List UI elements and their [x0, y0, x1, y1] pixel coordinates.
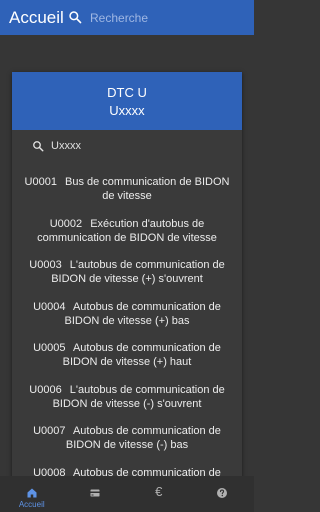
list-item[interactable]: U0002 Exécution d'autobus de communicati…	[12, 213, 242, 255]
dialog-title: DTC U	[107, 85, 147, 100]
nav-item-vehicle[interactable]	[64, 476, 128, 512]
list-item[interactable]: U0007 Autobus de communication de BIDON …	[12, 420, 242, 462]
list-item[interactable]: U0005 Autobus de communication de BIDON …	[12, 337, 242, 379]
dtc-code: U0006	[29, 383, 62, 396]
euro-icon: €	[155, 484, 163, 499]
search-icon[interactable]	[68, 10, 82, 24]
dtc-code: U0001	[24, 176, 57, 188]
help-icon	[217, 488, 228, 498]
list-item[interactable]: U0001 Bus de communication de BIDON de v…	[12, 171, 242, 213]
nav-item-accueil[interactable]: Accueil	[0, 476, 64, 512]
dtc-dialog: DTC U Uxxxx U0001 Bus de communication d…	[12, 72, 242, 492]
bottom-nav: Accueil €	[0, 476, 254, 512]
search-icon	[33, 141, 44, 152]
dtc-description: Bus de communication de BIDON de vitesse	[65, 176, 230, 202]
dtc-code: U0002	[49, 217, 83, 230]
page-title[interactable]: Accueil	[9, 8, 64, 28]
nav-item-euro[interactable]: €	[127, 476, 191, 512]
dtc-filter-input[interactable]	[51, 138, 221, 154]
dialog-header: DTC U Uxxxx	[12, 72, 242, 130]
nav-item-help[interactable]	[191, 476, 255, 512]
dtc-code: U0003	[29, 259, 62, 271]
dtc-list: U0001 Bus de communication de BIDON de v…	[12, 171, 242, 492]
dtc-code: U0005	[33, 342, 66, 354]
list-item[interactable]: U0003 L'autobus de communication de BIDO…	[12, 254, 242, 296]
dtc-description: Autobus de communication de BIDON de vit…	[65, 425, 221, 451]
app-bar: Accueil	[0, 0, 254, 35]
dtc-code: U0004	[33, 300, 66, 313]
dtc-description: Autobus de communication de BIDON de vit…	[62, 342, 221, 368]
nav-label-accueil: Accueil	[18, 500, 45, 509]
home-icon	[27, 488, 37, 498]
dtc-description: L'autobus de communication de BIDON de v…	[52, 383, 225, 410]
dtc-description: Autobus de communication de BIDON de vit…	[64, 300, 221, 327]
search-input[interactable]	[90, 9, 240, 27]
dtc-code: U0007	[33, 425, 66, 437]
dialog-subtitle: Uxxxx	[109, 103, 145, 118]
list-item[interactable]: U0006 L'autobus de communication de BIDO…	[12, 379, 242, 421]
car-icon	[90, 489, 100, 497]
dtc-description: L'autobus de communication de BIDON de v…	[51, 259, 225, 285]
list-item[interactable]: U0004 Autobus de communication de BIDON …	[12, 296, 242, 338]
